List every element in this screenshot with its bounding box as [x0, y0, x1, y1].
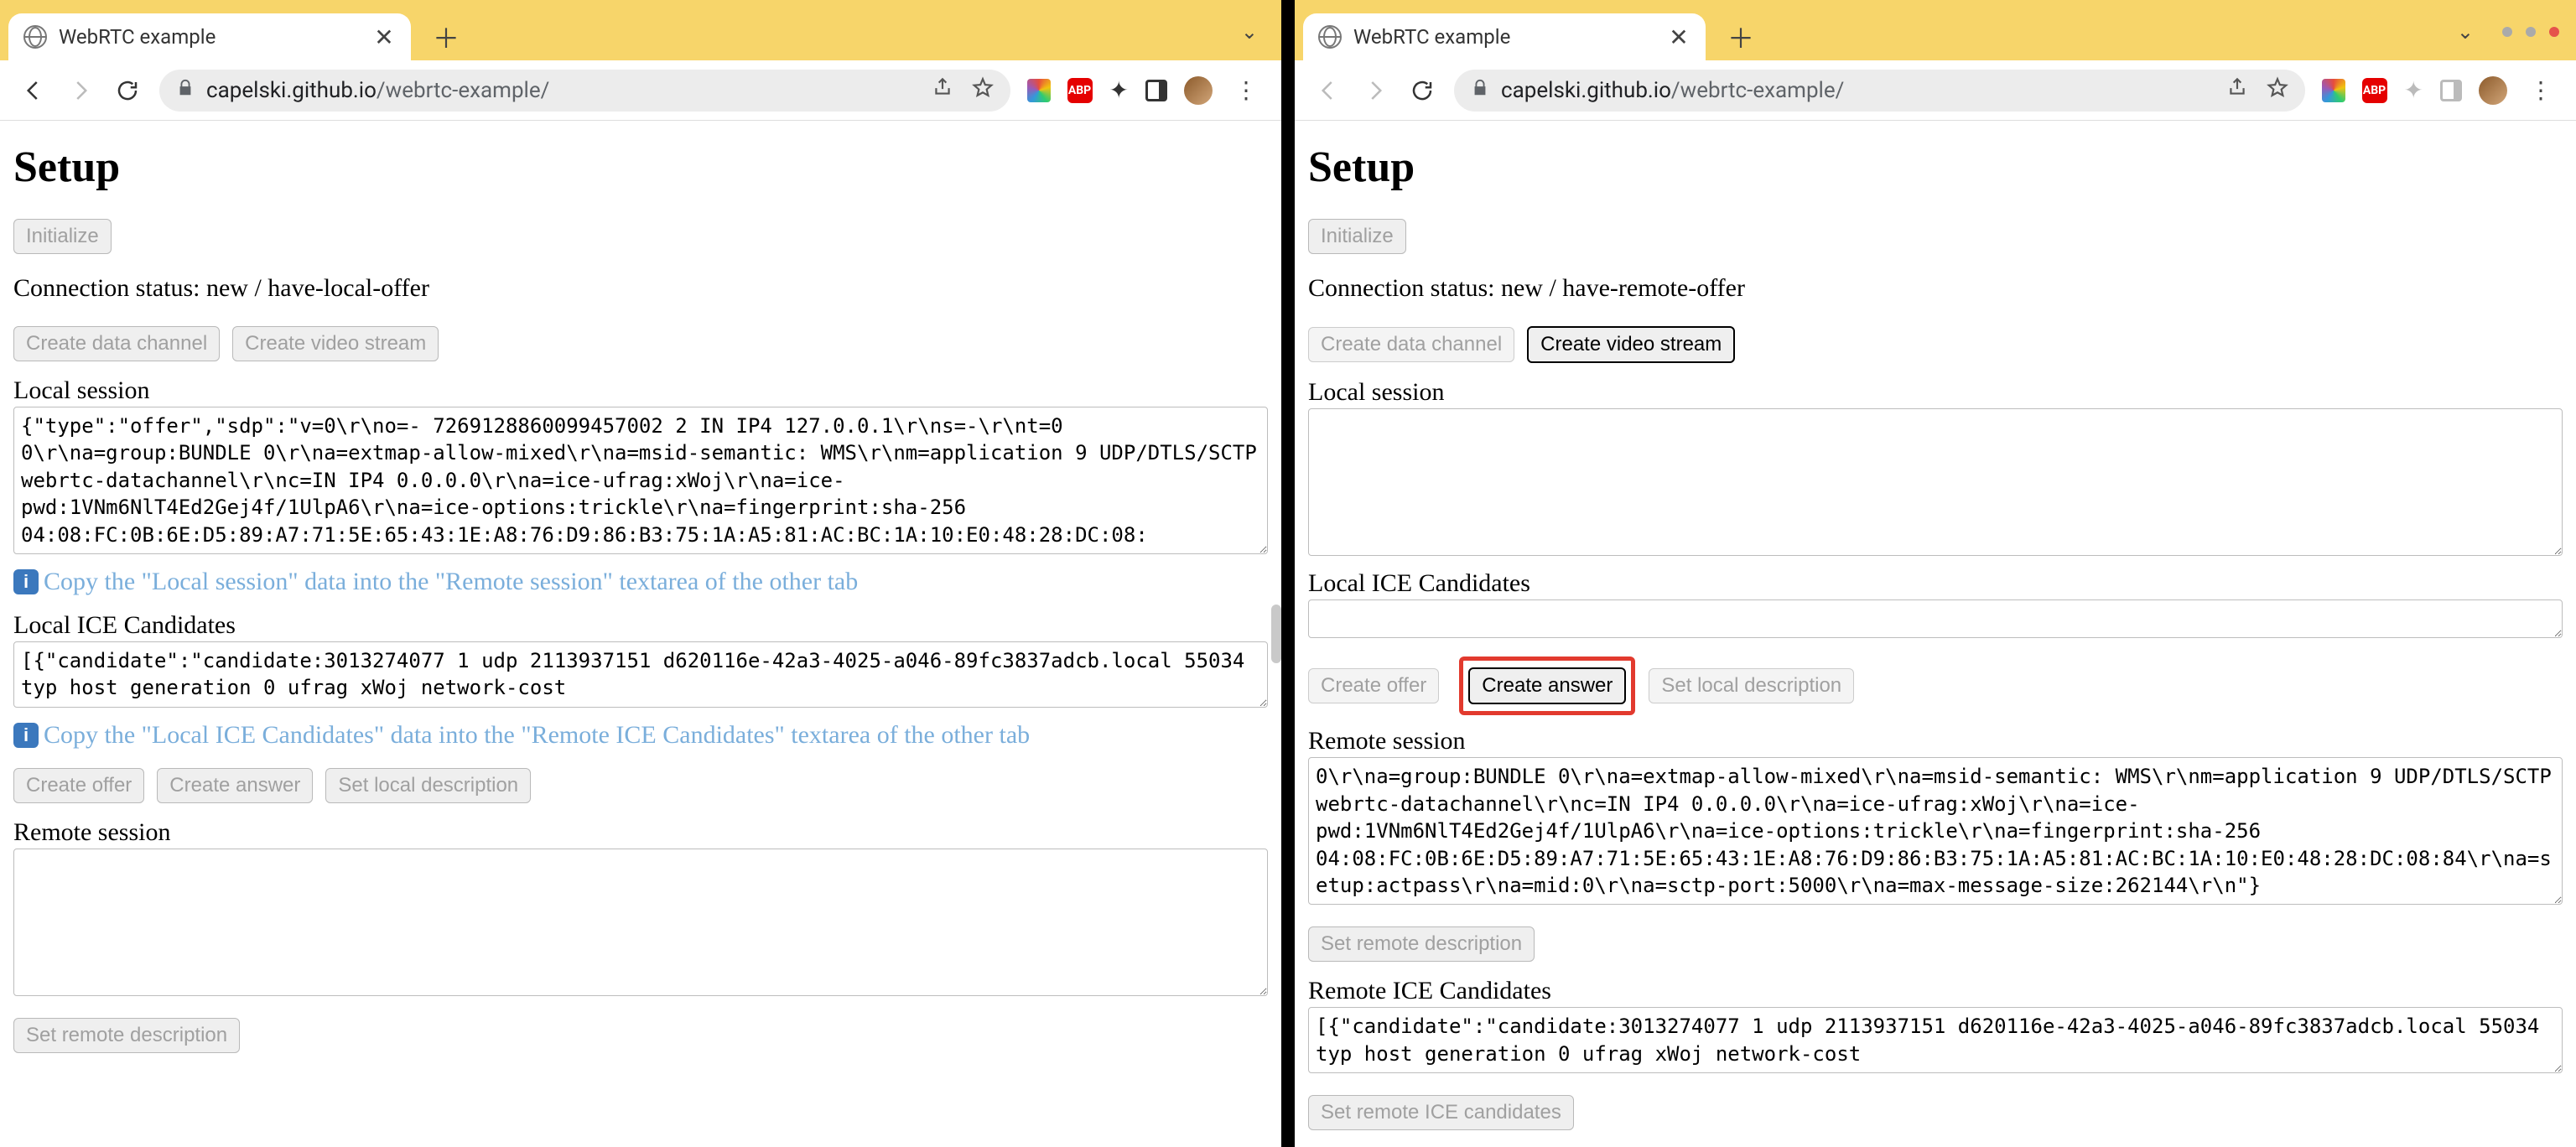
- adblock-icon[interactable]: ABP: [1067, 78, 1093, 103]
- address-bar[interactable]: capelski.github.io/webrtc-example/: [1454, 70, 2305, 112]
- tabs-dropdown-button[interactable]: ⌄: [2450, 13, 2480, 50]
- local-session-textarea[interactable]: [13, 407, 1268, 554]
- tab-active[interactable]: WebRTC example ✕: [8, 13, 411, 60]
- create-data-channel-button[interactable]: Create data channel: [1308, 327, 1514, 362]
- page-heading: Setup: [1308, 143, 2563, 192]
- info-icon: i: [13, 569, 39, 594]
- remote-session-textarea[interactable]: [13, 849, 1268, 996]
- set-local-description-button[interactable]: Set local description: [1649, 668, 1854, 703]
- local-ice-label: Local ICE Candidates: [1308, 569, 2563, 598]
- hint-session: iCopy the "Local session" data into the …: [13, 568, 1268, 596]
- set-remote-description-button[interactable]: Set remote description: [1308, 926, 1535, 962]
- url-text: capelski.github.io/webrtc-example/: [206, 78, 549, 103]
- browser-toolbar: capelski.github.io/webrtc-example/ ABP ✦: [0, 60, 1281, 121]
- tab-active[interactable]: WebRTC example ✕: [1303, 13, 1706, 60]
- page-content: Setup Initialize Connection status: new …: [0, 121, 1281, 1147]
- create-answer-button[interactable]: Create answer: [1468, 667, 1626, 704]
- remote-session-textarea[interactable]: [1308, 757, 2563, 905]
- lock-icon: [176, 78, 195, 103]
- side-panel-icon[interactable]: [2440, 80, 2462, 101]
- lock-icon: [1471, 78, 1489, 103]
- browser-toolbar: capelski.github.io/webrtc-example/ ABP ✦: [1295, 60, 2576, 121]
- local-session-label: Local session: [13, 376, 1268, 405]
- traffic-dot[interactable]: [2502, 27, 2512, 37]
- connection-status: Connection status: new / have-remote-off…: [1308, 274, 2563, 303]
- forward-button[interactable]: [65, 75, 96, 106]
- set-remote-description-button[interactable]: Set remote description: [13, 1018, 240, 1053]
- bookmark-star-icon[interactable]: [972, 76, 994, 104]
- initialize-button[interactable]: Initialize: [13, 219, 112, 254]
- share-icon[interactable]: [932, 76, 953, 104]
- extensions-puzzle-icon[interactable]: ✦: [1109, 76, 1129, 104]
- extensions-puzzle-icon[interactable]: ✦: [2404, 76, 2423, 104]
- tab-close-button[interactable]: ✕: [1667, 25, 1690, 49]
- extension-icons: ABP ✦ ⋮: [1027, 76, 1263, 105]
- bookmark-star-icon[interactable]: [2267, 76, 2288, 104]
- tabstrip: WebRTC example ✕ ＋ ⌄: [0, 0, 1281, 60]
- initialize-button[interactable]: Initialize: [1308, 219, 1406, 254]
- scrollbar-thumb[interactable]: [1271, 605, 1281, 663]
- create-offer-button[interactable]: Create offer: [1308, 668, 1439, 703]
- globe-icon: [23, 25, 47, 49]
- globe-icon: [1318, 25, 1342, 49]
- traffic-dot[interactable]: [2526, 27, 2536, 37]
- create-video-stream-button[interactable]: Create video stream: [232, 326, 439, 361]
- url-text: capelski.github.io/webrtc-example/: [1501, 78, 1844, 103]
- remote-ice-textarea[interactable]: [1308, 1007, 2563, 1073]
- local-session-textarea[interactable]: [1308, 408, 2563, 556]
- reload-button[interactable]: [112, 75, 143, 106]
- omnibox-actions: [932, 76, 994, 104]
- browser-window-left: WebRTC example ✕ ＋ ⌄ capelski.gith: [0, 0, 1288, 1147]
- info-icon: i: [13, 723, 39, 748]
- address-bar[interactable]: capelski.github.io/webrtc-example/: [159, 70, 1010, 112]
- tab-title: WebRTC example: [59, 25, 361, 49]
- set-local-description-button[interactable]: Set local description: [325, 768, 531, 803]
- chrome-top: WebRTC example ✕ ＋ ⌄ capelski.gith: [0, 0, 1281, 121]
- highlight-create-answer: Create answer: [1459, 657, 1635, 715]
- extension-colorful-icon[interactable]: [1027, 79, 1051, 102]
- tabstrip: WebRTC example ✕ ＋ ⌄: [1295, 0, 2576, 60]
- create-offer-button[interactable]: Create offer: [13, 768, 144, 803]
- connection-status-value: new / have-local-offer: [206, 274, 429, 302]
- local-ice-label: Local ICE Candidates: [13, 611, 1268, 640]
- back-button[interactable]: [1313, 75, 1343, 106]
- omnibox-actions: [2226, 76, 2288, 104]
- connection-status-value: new / have-remote-offer: [1501, 274, 1745, 302]
- side-panel-icon[interactable]: [1145, 80, 1167, 101]
- reload-button[interactable]: [1407, 75, 1437, 106]
- remote-ice-label: Remote ICE Candidates: [1308, 977, 2563, 1005]
- tab-title: WebRTC example: [1353, 25, 1655, 49]
- chrome-menu-button[interactable]: ⋮: [2524, 76, 2558, 104]
- chrome-top: WebRTC example ✕ ＋ ⌄: [1295, 0, 2576, 121]
- forward-button[interactable]: [1360, 75, 1390, 106]
- local-ice-textarea[interactable]: [1308, 599, 2563, 638]
- extension-icons: ABP ✦ ⋮: [2322, 76, 2558, 105]
- page-content: Setup Initialize Connection status: new …: [1295, 121, 2576, 1147]
- local-session-label: Local session: [1308, 378, 2563, 407]
- new-tab-button[interactable]: ＋: [1721, 17, 1761, 57]
- set-remote-ice-button[interactable]: Set remote ICE candidates: [1308, 1095, 1574, 1130]
- share-icon[interactable]: [2226, 76, 2248, 104]
- profile-avatar[interactable]: [2479, 76, 2507, 105]
- remote-session-label: Remote session: [1308, 727, 2563, 755]
- new-tab-button[interactable]: ＋: [426, 17, 466, 57]
- local-ice-textarea[interactable]: [13, 641, 1268, 708]
- extension-colorful-icon[interactable]: [2322, 79, 2345, 102]
- create-data-channel-button[interactable]: Create data channel: [13, 326, 220, 361]
- tabs-dropdown-button[interactable]: ⌄: [1234, 13, 1265, 50]
- remote-session-label: Remote session: [13, 818, 1268, 847]
- tab-close-button[interactable]: ✕: [372, 25, 396, 49]
- back-button[interactable]: [18, 75, 49, 106]
- window-controls: [2502, 27, 2559, 37]
- create-answer-button[interactable]: Create answer: [157, 768, 313, 803]
- adblock-icon[interactable]: ABP: [2362, 78, 2387, 103]
- page-heading: Setup: [13, 143, 1268, 192]
- close-window-dot[interactable]: [2549, 27, 2559, 37]
- hint-ice: iCopy the "Local ICE Candidates" data in…: [13, 721, 1268, 750]
- create-video-stream-button[interactable]: Create video stream: [1527, 326, 1735, 363]
- connection-status: Connection status: new / have-local-offe…: [13, 274, 1268, 303]
- chrome-menu-button[interactable]: ⋮: [1229, 76, 1263, 104]
- browser-window-right: WebRTC example ✕ ＋ ⌄: [1288, 0, 2576, 1147]
- profile-avatar[interactable]: [1184, 76, 1213, 105]
